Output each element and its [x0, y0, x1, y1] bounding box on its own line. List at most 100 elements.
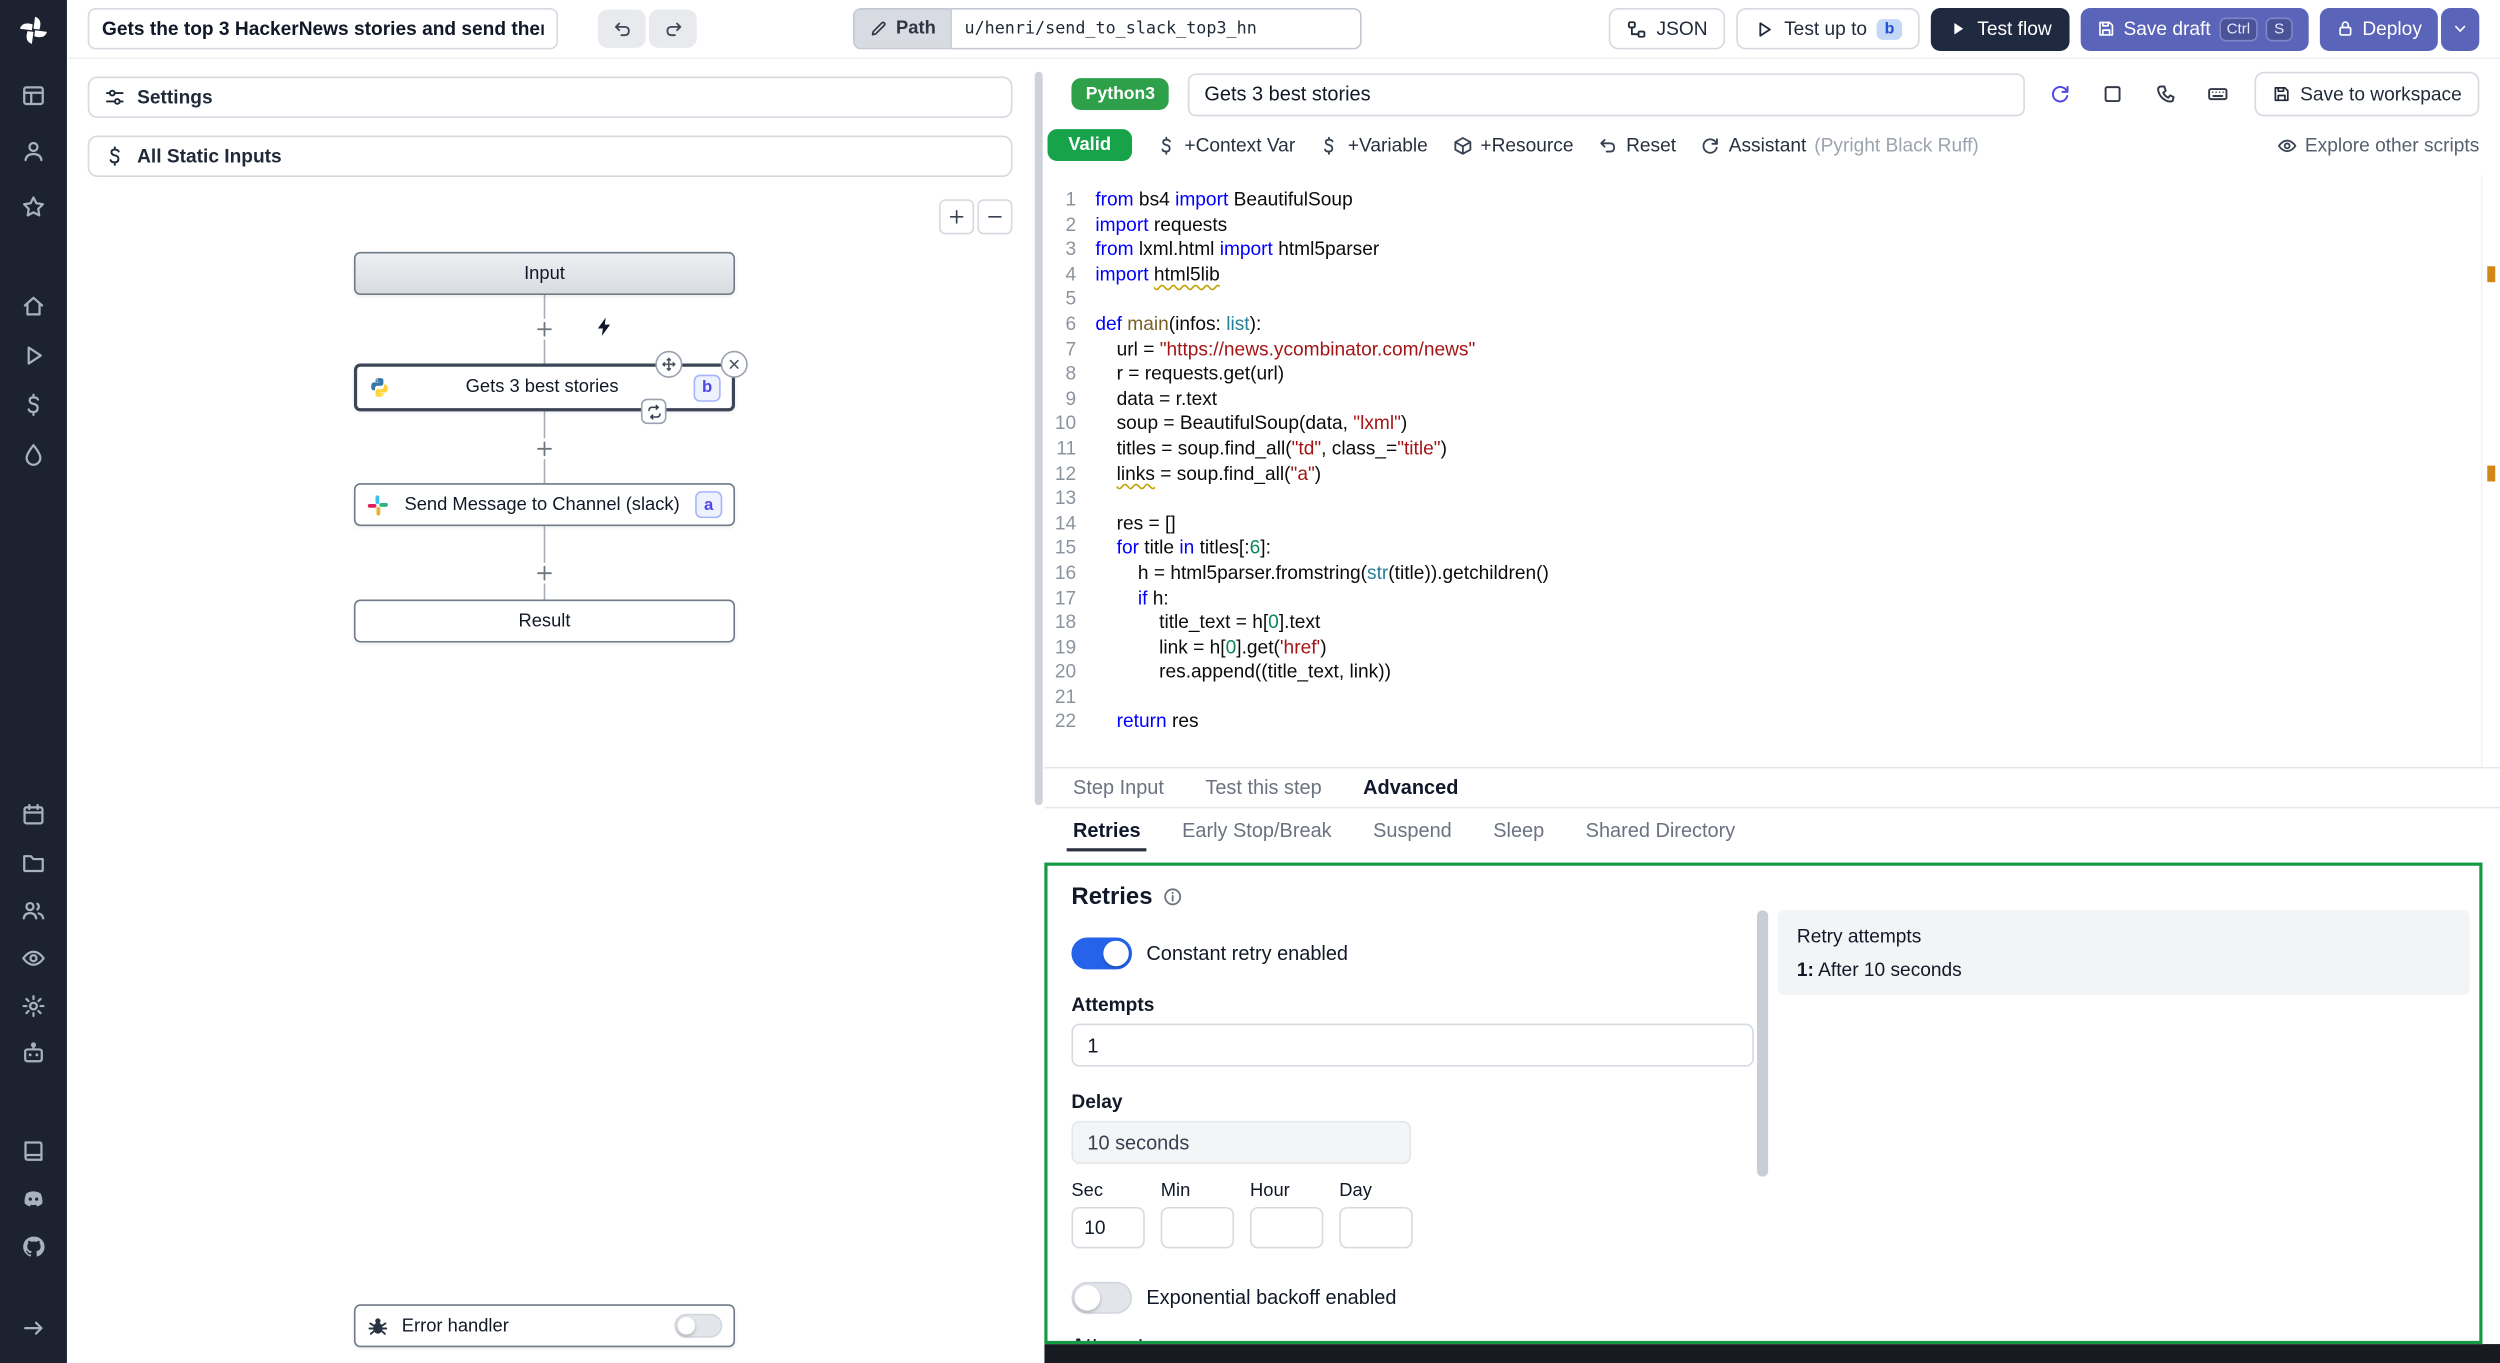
exponential-backoff-toggle[interactable]	[1071, 1281, 1133, 1314]
attempts-label-2: Attempts	[1071, 1335, 2455, 1341]
folder-icon[interactable]	[21, 850, 47, 876]
flow-settings-button[interactable]: Settings	[87, 76, 1013, 118]
phone-button[interactable]	[2149, 78, 2181, 110]
json-label: JSON	[1656, 17, 1708, 40]
zoom-out-button[interactable]	[977, 199, 1013, 235]
panel-divider	[1033, 58, 1045, 1363]
collapse-sidebar-button[interactable]	[21, 1315, 47, 1341]
error-handler-node[interactable]: Error handler	[353, 1304, 736, 1348]
flow-canvas[interactable]: Settings All Static Inputs Input Gets 3 …	[66, 58, 1034, 1363]
code-editor[interactable]: 1 from bs4 import BeautifulSoup 2 import re…	[1044, 175, 2500, 769]
loop-icon	[645, 403, 663, 421]
editor-scrollbar[interactable]	[2480, 175, 2500, 767]
editor-header: Python3 Save to workspace	[1044, 59, 2500, 124]
subtab-shared-directory[interactable]: Shared Directory	[1565, 808, 1756, 851]
delete-node-button[interactable]	[720, 350, 748, 378]
star-icon[interactable]	[21, 195, 47, 221]
subtab-retries[interactable]: Retries	[1052, 808, 1161, 852]
test-flow-button[interactable]: Test flow	[1931, 7, 2070, 51]
trigger-lightning-icon[interactable]	[593, 316, 615, 338]
add-step-button[interactable]	[534, 318, 555, 340]
flow-node-input[interactable]: Input	[353, 251, 736, 295]
explore-other-scripts-button[interactable]: Explore other scripts	[2276, 134, 2479, 156]
add-context-var-button[interactable]: +Context Var	[1156, 134, 1295, 156]
subtab-sleep[interactable]: Sleep	[1473, 808, 1565, 851]
panel-scrollbar[interactable]	[1034, 71, 1043, 806]
deploy-label: Deploy	[2362, 17, 2422, 40]
droplet-icon[interactable]	[21, 442, 47, 468]
code-line: 21	[1054, 685, 1077, 708]
node-label: Result	[518, 611, 571, 631]
node-label: Gets 3 best stories	[465, 377, 619, 398]
tab-advanced[interactable]: Advanced	[1342, 769, 1479, 807]
constant-retry-toggle[interactable]	[1071, 937, 1133, 970]
step-title-input[interactable]	[1188, 72, 2025, 116]
move-node-button[interactable]	[655, 350, 683, 378]
calendar-icon[interactable]	[21, 802, 47, 828]
dollar-icon[interactable]	[21, 392, 47, 418]
info-icon[interactable]	[1162, 886, 1183, 907]
subtab-early-stop-break[interactable]: Early Stop/Break	[1161, 808, 1352, 851]
add-resource-button[interactable]: +Resource	[1452, 134, 1573, 156]
flow-node-result[interactable]: Result	[353, 599, 736, 643]
book-icon[interactable]	[21, 1138, 47, 1164]
expand-editor-button[interactable]	[2096, 78, 2128, 110]
redo-button[interactable]	[648, 9, 697, 48]
retry-indicator-button[interactable]	[640, 398, 667, 425]
save-draft-button[interactable]: Save draft Ctrl S	[2080, 7, 2309, 51]
retries-scrollbar[interactable]	[1757, 910, 1769, 1177]
topbar: Path JSON Test up to b Test flow	[66, 0, 2500, 59]
pencil-icon	[869, 19, 888, 38]
warning-mark	[2487, 265, 2496, 282]
add-step-button[interactable]	[534, 562, 555, 584]
refresh-icon	[1700, 135, 1721, 156]
test-up-to-label: Test up to	[1784, 17, 1868, 40]
reset-button[interactable]: Reset	[1597, 134, 1676, 156]
python-icon	[368, 376, 390, 398]
assistant-button[interactable]: Assistant (Pyright Black Ruff)	[1700, 134, 1979, 156]
play-icon[interactable]	[21, 343, 47, 369]
save-draft-label: Save draft	[2123, 17, 2211, 40]
windmill-logo-icon[interactable]	[18, 14, 50, 46]
move-icon	[660, 356, 678, 374]
unit-label-min: Min	[1160, 1181, 1191, 1201]
unit-input-day[interactable]	[1339, 1206, 1413, 1249]
error-handler-toggle[interactable]	[674, 1313, 723, 1338]
flow-title-input[interactable]	[87, 7, 559, 50]
worker-icon[interactable]	[21, 1041, 47, 1067]
add-variable-button[interactable]: +Variable	[1319, 134, 1428, 156]
users-icon[interactable]	[21, 898, 47, 924]
eye-icon[interactable]	[21, 945, 47, 971]
flow-node-step-a[interactable]: Send Message to Channel (slack) a	[353, 483, 736, 527]
add-step-button[interactable]	[534, 438, 555, 460]
unit-input-min[interactable]	[1160, 1206, 1235, 1249]
attempts-input[interactable]	[1071, 1023, 1754, 1067]
test-up-to-button[interactable]: Test up to b	[1736, 7, 1920, 50]
json-button[interactable]: JSON	[1608, 7, 1726, 50]
gear-icon[interactable]	[21, 993, 47, 1019]
lock-icon	[2335, 19, 2354, 38]
user-icon[interactable]	[21, 139, 47, 165]
sync-button[interactable]	[2043, 78, 2075, 110]
unit-input-sec[interactable]	[1071, 1206, 1145, 1249]
grid-icon[interactable]	[21, 83, 47, 109]
github-icon[interactable]	[21, 1234, 47, 1260]
tab-step-input[interactable]: Step Input	[1052, 769, 1184, 807]
save-to-workspace-button[interactable]: Save to workspace	[2253, 71, 2480, 117]
topbar-actions: JSON Test up to b Test flow Save draft C…	[1608, 7, 2480, 51]
discord-icon[interactable]	[21, 1186, 47, 1212]
zoom-in-button[interactable]	[939, 199, 975, 235]
delay-input[interactable]	[1071, 1120, 1412, 1164]
undo-button[interactable]	[597, 9, 646, 48]
subtab-suspend[interactable]: Suspend	[1352, 808, 1472, 851]
static-inputs-button[interactable]: All Static Inputs	[87, 135, 1013, 177]
deploy-dropdown-button[interactable]	[2441, 7, 2480, 51]
deploy-button[interactable]: Deploy	[2319, 7, 2438, 51]
path-input[interactable]	[950, 7, 1362, 50]
tab-test-this-step[interactable]: Test this step	[1185, 769, 1343, 807]
unit-input-hour[interactable]	[1250, 1206, 1324, 1249]
shortcuts-button[interactable]	[2201, 78, 2233, 110]
home-icon[interactable]	[21, 293, 47, 319]
edit-path-button[interactable]: Path	[853, 7, 951, 50]
play-icon	[1949, 19, 1968, 38]
